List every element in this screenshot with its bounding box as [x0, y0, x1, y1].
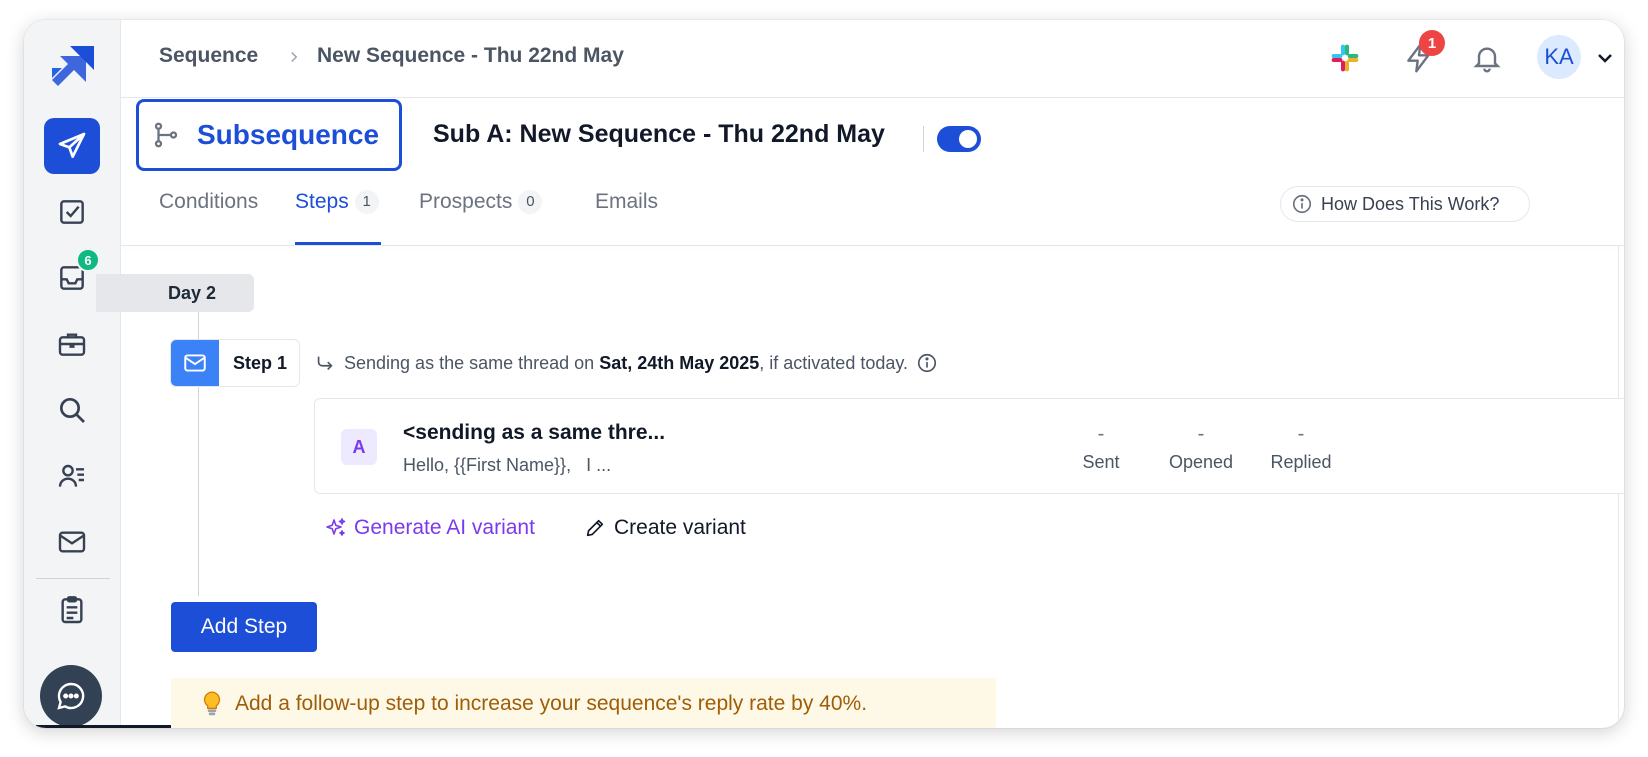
sidebar-item-prospects[interactable]: [44, 448, 100, 504]
email-preview: Hello, {{First Name}}, I ...: [403, 455, 612, 475]
chevron-right-icon: [291, 51, 298, 63]
envelope-icon: [184, 354, 206, 372]
sidebar-item-search[interactable]: [44, 382, 100, 438]
tab-prospects[interactable]: Prospects 0: [419, 190, 543, 214]
stat-value: -: [1297, 423, 1305, 445]
activity-badge: 1: [1419, 30, 1445, 56]
page-title: Sub A: New Sequence - Thu 22nd May: [433, 120, 885, 148]
step-label: Step 1: [233, 352, 288, 373]
tab-label: Steps: [295, 190, 349, 213]
send-date: Sat, 24th May 2025: [599, 352, 760, 373]
chevron-down-icon[interactable]: [1593, 46, 1617, 70]
tab-label: Emails: [595, 190, 659, 213]
mail-icon: [58, 531, 86, 553]
stat-label: Sent: [1082, 452, 1120, 472]
activity-button[interactable]: 1: [1399, 30, 1445, 78]
title-divider: [923, 126, 924, 152]
how-does-this-work-button[interactable]: How Does This Work?: [1280, 186, 1530, 222]
stat-value: -: [1097, 423, 1105, 445]
send-suffix: , if activated today.: [759, 352, 909, 373]
stat-label: Opened: [1168, 452, 1234, 472]
generate-ai-variant-label: Generate AI variant: [354, 516, 535, 539]
stat-value: -: [1197, 423, 1205, 445]
how-does-this-work-label: How Does This Work?: [1321, 193, 1500, 214]
breadcrumb-current: New Sequence - Thu 22nd May: [317, 44, 624, 67]
search-icon: [60, 398, 85, 423]
briefcase-icon: [58, 333, 86, 356]
tab-conditions[interactable]: Conditions: [159, 190, 258, 214]
prospects-icon: [58, 464, 84, 487]
sidebar-item-sequences[interactable]: [44, 118, 100, 174]
inbox-badge: 6: [76, 248, 100, 272]
info-icon: [1292, 194, 1312, 214]
tab-count: 0: [518, 190, 543, 214]
email-variant-card[interactable]: A <sending as a same thre... Hello, {{Fi…: [314, 398, 1624, 494]
generate-ai-variant-button[interactable]: Generate AI variant: [324, 516, 535, 540]
reports-icon: [61, 596, 83, 624]
step-email-icon-box: [171, 340, 219, 386]
tab-label: Conditions: [159, 190, 259, 213]
pencil-icon: [586, 519, 604, 537]
create-variant-button[interactable]: Create variant: [584, 516, 746, 540]
day-label: Day 2: [96, 274, 254, 312]
tab-label: Prospects: [419, 190, 513, 213]
tab-count: 1: [354, 190, 379, 214]
user-avatar[interactable]: KA: [1537, 35, 1581, 79]
slack-button[interactable]: [1325, 38, 1365, 78]
stat-replied: - Replied: [1256, 423, 1346, 473]
stat-opened: - Opened: [1156, 423, 1246, 473]
step-chip[interactable]: Step 1: [170, 339, 300, 387]
sidebar-item-reports[interactable]: [44, 582, 100, 638]
slack-icon: [1331, 44, 1359, 72]
add-step-button[interactable]: Add Step: [171, 602, 317, 652]
tab-steps[interactable]: Steps 1: [295, 190, 379, 214]
chat-icon: [57, 682, 85, 710]
create-variant-label: Create variant: [614, 516, 746, 539]
sequence-active-toggle[interactable]: [937, 126, 981, 152]
stat-sent: - Sent: [1056, 423, 1146, 473]
notifications-button[interactable]: [1467, 38, 1507, 78]
bell-icon: [1473, 47, 1501, 73]
tab-emails[interactable]: Emails: [595, 190, 658, 214]
send-prefix: Sending as the same thread on: [344, 352, 595, 373]
tip-banner: Add a follow-up step to increase your se…: [171, 678, 996, 728]
subsequence-tag[interactable]: Subsequence: [136, 99, 402, 171]
tasks-icon: [60, 200, 84, 224]
sidebar-item-inbox[interactable]: 6: [44, 248, 100, 306]
lightbulb-icon: [203, 691, 221, 716]
app-window: 6 Sequence New Sequence - Thu 22nd May 1…: [24, 20, 1624, 728]
breadcrumb-root[interactable]: Sequence: [159, 44, 258, 68]
sidebar-item-deals[interactable]: [44, 316, 100, 372]
variant-badge: A: [341, 429, 377, 465]
subsequence-label: Subsequence: [197, 119, 380, 150]
sidebar-item-email[interactable]: [44, 514, 100, 570]
info-icon[interactable]: [916, 352, 938, 374]
tabs-border: [121, 245, 1624, 246]
branch-icon: [154, 122, 178, 148]
sidebar: 6: [24, 20, 121, 728]
send-schedule-info: Sending as the same thread on Sat, 24th …: [314, 352, 938, 374]
stat-label: Replied: [1270, 452, 1332, 472]
toggle-knob: [959, 130, 977, 148]
topbar: Sequence New Sequence - Thu 22nd May 1 K…: [121, 20, 1624, 98]
tip-text: Add a follow-up step to increase your se…: [235, 692, 868, 715]
sidebar-divider: [36, 578, 110, 579]
email-subject: <sending as a same thre...: [403, 421, 666, 444]
sparkles-icon: [326, 518, 346, 536]
reply-arrow-icon: [317, 356, 333, 371]
send-icon: [58, 132, 86, 158]
sidebar-item-tasks[interactable]: [44, 184, 100, 240]
chat-support-button[interactable]: [40, 665, 102, 727]
app-logo-icon[interactable]: [48, 42, 98, 92]
